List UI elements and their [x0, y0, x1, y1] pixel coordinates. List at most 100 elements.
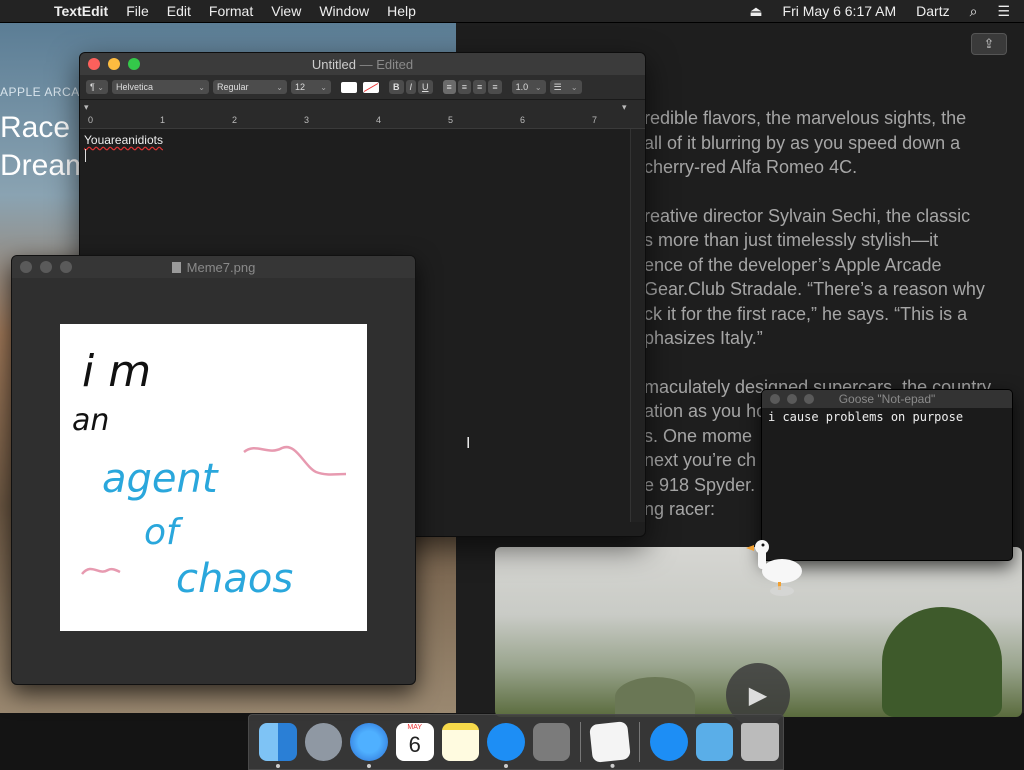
- desktop-goose-icon: [746, 540, 802, 596]
- trash-icon[interactable]: [741, 723, 780, 761]
- list-style-dropdown[interactable]: ☰ ⌄: [549, 80, 582, 94]
- meme-text-line: of: [144, 512, 184, 553]
- chevron-down-icon: ⌄: [534, 82, 542, 92]
- dock-separator: [580, 722, 582, 762]
- article-title-line2: Dream: [0, 149, 80, 182]
- align-center-button[interactable]: ≡: [457, 80, 472, 94]
- textedit-icon[interactable]: [589, 721, 631, 769]
- window-controls: [20, 261, 80, 273]
- textedit-titlebar[interactable]: Untitled — Edited: [80, 53, 645, 75]
- running-indicator: [610, 763, 616, 769]
- article-line: s. One mome: [644, 425, 753, 446]
- dock: MAY 6: [248, 714, 784, 770]
- close-button[interactable]: [88, 58, 100, 70]
- chevron-down-icon: ⌄: [320, 82, 327, 92]
- calendar-icon[interactable]: MAY 6: [395, 723, 434, 761]
- menu-bar: TextEdit File Edit Format View Window He…: [0, 0, 1024, 23]
- line-spacing-dropdown[interactable]: 1.0 ⌄: [511, 80, 546, 94]
- close-button[interactable]: [770, 394, 780, 404]
- tab-stop-icon[interactable]: ▾: [84, 102, 89, 113]
- menu-file[interactable]: File: [126, 3, 149, 19]
- article-paragraph: redible flavors, the marvelous sights, t…: [644, 106, 1024, 180]
- article-title-line1: Race a: [0, 111, 80, 144]
- video-hill: [615, 677, 695, 717]
- document-status: Edited: [376, 56, 414, 72]
- font-style-dropdown[interactable]: Regular ⌄: [213, 80, 287, 94]
- article-line: phasizes Italy.”: [644, 328, 763, 348]
- safari-icon[interactable]: [350, 723, 388, 768]
- menu-format[interactable]: Format: [209, 3, 253, 19]
- minimize-button[interactable]: [787, 394, 797, 404]
- ruler-number: 0: [88, 115, 94, 125]
- eject-icon[interactable]: ⏏: [749, 3, 762, 20]
- align-left-button[interactable]: ≡: [442, 80, 456, 94]
- font-size-dropdown[interactable]: 12 ⌄: [291, 80, 331, 94]
- text-color-well[interactable]: [341, 81, 357, 93]
- launchpad-icon[interactable]: [304, 723, 343, 761]
- menu-datetime[interactable]: Fri May 6 6:17 AM: [783, 3, 897, 19]
- font-style-value: Regular: [217, 82, 249, 92]
- article-line: all of it blurring by as you speed down …: [644, 132, 961, 153]
- article-line: redible flavors, the marvelous sights, t…: [644, 108, 967, 128]
- notification-center-icon[interactable]: ☰: [997, 3, 1010, 20]
- menu-app-name[interactable]: TextEdit: [54, 3, 108, 19]
- underline-button[interactable]: U: [418, 80, 433, 94]
- article-line: ck it for the first race,” he says. “Thi…: [644, 303, 968, 324]
- font-size-value: 12: [295, 82, 306, 92]
- documents-folder-icon[interactable]: [695, 723, 734, 761]
- goose-notepad-titlebar[interactable]: Goose "Not-epad": [762, 390, 1012, 408]
- article-line: s more than just timelessly stylish—it: [644, 230, 939, 250]
- video-tree: [882, 607, 1002, 717]
- paragraph-styles-dropdown[interactable]: ¶ ⌄: [86, 80, 108, 94]
- pink-scribble: [243, 445, 347, 476]
- background-color-well[interactable]: [363, 81, 379, 93]
- minimize-button[interactable]: [40, 261, 52, 273]
- menu-edit[interactable]: Edit: [167, 3, 191, 19]
- share-button[interactable]: ⇪: [971, 33, 1007, 55]
- chevron-down-icon: ⌄: [570, 82, 578, 92]
- close-button[interactable]: [20, 261, 32, 273]
- applications-folder-icon[interactable]: [650, 723, 688, 761]
- dock-separator: [639, 722, 641, 762]
- spotlight-search-icon[interactable]: ⌕: [970, 3, 978, 20]
- calendar-day: 6: [408, 732, 421, 757]
- menu-window[interactable]: Window: [319, 3, 369, 19]
- font-family-dropdown[interactable]: Helvetica ⌄: [112, 80, 209, 94]
- format-toolbar: ¶ ⌄ Helvetica ⌄ Regular ⌄ 12 ⌄ B I U ≡ ≡ ≡ ≡…: [80, 75, 645, 100]
- running-indicator: [276, 764, 280, 768]
- article-line: ation as you ho: [644, 401, 767, 421]
- menu-view[interactable]: View: [271, 3, 301, 19]
- ruler-number: 2: [232, 115, 238, 125]
- align-justify-button[interactable]: ≡: [488, 80, 502, 94]
- align-right-button[interactable]: ≡: [473, 80, 487, 94]
- goose-notepad-window: Goose "Not-epad" i cause problems on pur…: [761, 389, 1013, 561]
- image-viewer-titlebar[interactable]: Meme7.png: [12, 256, 415, 278]
- app-store-icon[interactable]: [487, 723, 525, 768]
- goose-note-text[interactable]: i cause problems on purpose: [762, 408, 1012, 426]
- meme-text-line: i m: [82, 346, 151, 397]
- document-text[interactable]: Youareanidiots: [84, 133, 163, 147]
- vertical-scrollbar[interactable]: [630, 129, 645, 522]
- meme-text-line: chaos: [176, 556, 293, 602]
- chevron-down-icon: ⌄: [276, 82, 283, 92]
- article-line: cherry-red Alfa Romeo 4C.: [644, 157, 858, 177]
- zoom-button[interactable]: [128, 58, 140, 70]
- system-preferences-icon[interactable]: [532, 723, 571, 761]
- minimize-button[interactable]: [108, 58, 120, 70]
- ruler-number: 3: [304, 115, 310, 125]
- calendar-month: MAY: [407, 724, 423, 731]
- notes-icon[interactable]: [441, 723, 480, 761]
- menu-user[interactable]: Dartz: [916, 3, 949, 19]
- window-controls: [770, 394, 821, 404]
- ruler[interactable]: ▾ ▾ 0 1 2 3 4 5 6 7: [80, 100, 645, 129]
- image-file-name: Meme7.png: [186, 259, 256, 275]
- menu-help[interactable]: Help: [387, 3, 416, 19]
- italic-button[interactable]: I: [405, 80, 417, 94]
- bold-button[interactable]: B: [389, 80, 404, 94]
- zoom-button[interactable]: [60, 261, 72, 273]
- right-margin-icon[interactable]: ▾: [622, 102, 627, 113]
- zoom-button[interactable]: [804, 394, 814, 404]
- finder-icon[interactable]: [259, 723, 297, 768]
- paragraph-icon: ¶: [90, 82, 95, 92]
- ruler-number: 7: [592, 115, 598, 125]
